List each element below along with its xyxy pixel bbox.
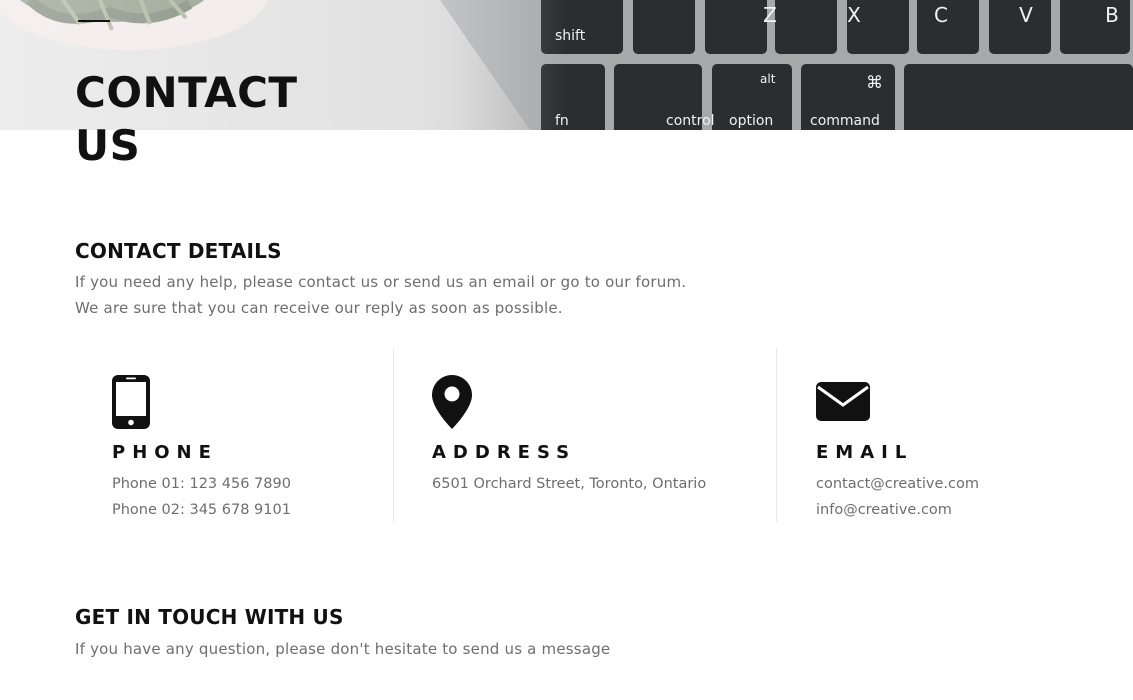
phone-number-2[interactable]: Phone 02: 345 678 9101 [112, 497, 291, 523]
key-alt-label: alt [760, 72, 776, 86]
contact-details-intro: If you need any help, please contact us … [75, 269, 775, 321]
page-title-line2: US [75, 121, 141, 170]
key-option-label: option [729, 113, 773, 129]
key-control-label: control [666, 113, 715, 129]
email-address-1[interactable]: contact@creative.com [816, 471, 979, 497]
page-title-line1: CONTACT [75, 68, 298, 117]
contact-details-intro-line2: We are sure that you can receive our rep… [75, 299, 563, 317]
email-card: EMAIL contact@creative.com info@creative… [776, 348, 1097, 522]
get-in-touch-heading: GET IN TOUCH WITH US [75, 605, 344, 629]
key-v-label: V [1019, 3, 1033, 27]
get-in-touch-intro: If you have any question, please don't h… [75, 640, 611, 658]
envelope-icon [816, 382, 870, 421]
hero-accent-dash [78, 20, 110, 22]
street-address: 6501 Orchard Street, Toronto, Ontario [432, 476, 707, 492]
phone-number-1[interactable]: Phone 01: 123 456 7890 [112, 471, 291, 497]
address-card: ADDRESS 6501 Orchard Street, Toronto, On… [393, 348, 777, 522]
key-c-label: C [934, 3, 948, 27]
page-title: CONTACT US [75, 66, 375, 172]
key-shift-label: shift [555, 28, 586, 44]
key-z-label: Z [763, 3, 777, 27]
key-cmd-symbol: ⌘ [866, 73, 883, 93]
phone-card: PHONE Phone 01: 123 456 7890 Phone 02: 3… [75, 348, 393, 522]
phone-card-lines: Phone 01: 123 456 7890 Phone 02: 345 678… [112, 471, 291, 523]
phone-card-title: PHONE [112, 442, 218, 463]
address-card-title: ADDRESS [432, 442, 577, 463]
address-card-lines: 6501 Orchard Street, Toronto, Ontario [432, 471, 706, 497]
key-fn-label: fn [555, 113, 569, 129]
email-card-title: EMAIL [816, 442, 914, 463]
email-address-2[interactable]: info@creative.com [816, 497, 979, 523]
key-command-label: command [810, 113, 880, 129]
map-marker-icon [432, 375, 472, 429]
contact-details-heading: CONTACT DETAILS [75, 239, 282, 263]
email-card-lines: contact@creative.com info@creative.com [816, 471, 979, 523]
mobile-phone-icon [112, 375, 150, 429]
contact-details-intro-line1: If you need any help, please contact us … [75, 273, 687, 291]
key-b-label: B [1105, 3, 1119, 27]
key-x-label: X [847, 3, 861, 27]
